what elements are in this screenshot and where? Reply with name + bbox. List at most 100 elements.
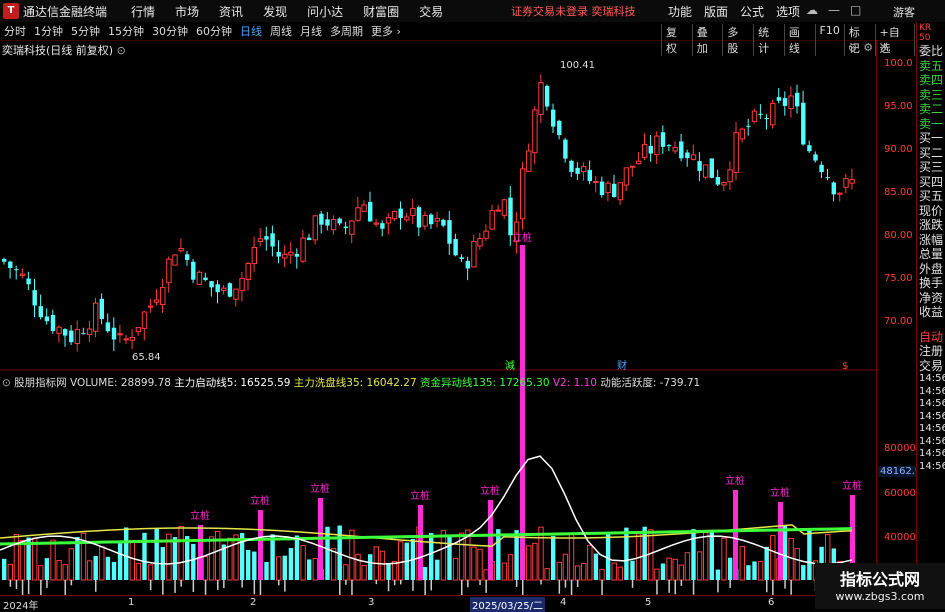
side-item[interactable]: 外盘 (917, 262, 945, 277)
side-item[interactable]: 卖五 (917, 59, 945, 74)
maximize-icon[interactable]: □ (850, 3, 861, 17)
volume-bar (660, 563, 666, 580)
period-60min[interactable]: 60分钟 (192, 23, 236, 39)
menu-item-news[interactable]: 资讯 (209, 3, 253, 20)
negative-bar (576, 580, 579, 588)
negative-bar (558, 580, 561, 594)
signal-bar (198, 525, 203, 580)
side-item-register[interactable]: 注册 (917, 344, 945, 359)
date-tick: 3 (368, 597, 375, 608)
side-item[interactable]: 买三 (917, 160, 945, 175)
candle (776, 97, 782, 101)
period-weekly[interactable]: 周线 (266, 23, 296, 39)
menu-item-discover[interactable]: 发现 (253, 3, 297, 20)
side-item[interactable]: 净资 (917, 291, 945, 306)
candle (690, 154, 697, 160)
side-item[interactable]: 换手 (917, 276, 945, 291)
cloud-icon[interactable]: ☁ (806, 3, 818, 17)
period-timeshare[interactable]: 分时 (0, 23, 30, 39)
volume-bar (13, 534, 20, 581)
side-item-trade[interactable]: 交易 (917, 359, 945, 374)
negative-bar (278, 580, 280, 586)
side-item[interactable]: 买二 (917, 146, 945, 161)
negative-bar (729, 580, 731, 588)
signal-label: 立桩 (770, 486, 790, 499)
menu-item-wealth[interactable]: 财富圈 (353, 3, 409, 20)
volume-bar (386, 563, 391, 580)
volume-bar (398, 541, 404, 581)
candle (532, 109, 538, 154)
date-tick: 2 (250, 597, 257, 608)
menu-item-options[interactable]: 选项 (770, 3, 806, 20)
candle (81, 333, 86, 335)
side-item[interactable]: 买一 (917, 131, 945, 146)
candle (666, 145, 672, 147)
signal-bar (418, 505, 423, 580)
indicator-gear-icon[interactable]: ⊙ (2, 377, 11, 389)
menu-item-function[interactable]: 功能 (662, 3, 698, 20)
candle (93, 302, 99, 332)
negative-bar (9, 580, 12, 587)
period-15min[interactable]: 15分钟 (104, 23, 148, 39)
side-item[interactable]: 买五 (917, 189, 945, 204)
app-logo-icon: T (3, 3, 19, 19)
date-tick: 2024年 (3, 601, 39, 612)
signal-label: 立桩 (480, 484, 500, 497)
side-item[interactable]: 买四 (917, 175, 945, 190)
volume-bar (556, 561, 562, 581)
candle (782, 98, 788, 106)
minimize-icon[interactable]: — (828, 3, 840, 17)
volume-bar (435, 559, 440, 580)
menu-item-formula[interactable]: 公式 (734, 3, 770, 20)
period-1min[interactable]: 1分钟 (30, 23, 67, 39)
period-30min[interactable]: 30分钟 (148, 23, 192, 39)
side-item[interactable]: 收益 (917, 305, 945, 320)
side-item[interactable]: 现价 (917, 204, 945, 219)
period-5min[interactable]: 5分钟 (67, 23, 104, 39)
side-item[interactable]: 委比 (917, 44, 945, 59)
volume-bar (270, 534, 275, 580)
side-item[interactable]: 涨跌 (917, 218, 945, 233)
side-header: KR 50 (919, 23, 932, 43)
kline-chart[interactable]: 立桩立桩立桩立桩 立桩立桩立桩立桩立桩 100.41 65.84 減 财 $ (0, 40, 916, 595)
user-label[interactable]: 游客 (893, 4, 915, 20)
volume-bar (379, 550, 386, 581)
side-item[interactable]: 卖一 (917, 117, 945, 132)
period-multi[interactable]: 多周期 (326, 23, 367, 39)
indicator-name[interactable]: 股朋指标网 (14, 377, 67, 389)
candle (349, 220, 355, 235)
login-notice[interactable]: 证券交易未登录 奕瑞科技 (511, 3, 636, 19)
side-item[interactable]: 卖三 (917, 88, 945, 103)
period-more[interactable]: 更多 › (367, 23, 405, 39)
volume-bar (62, 564, 68, 581)
period-monthly[interactable]: 月线 (296, 23, 326, 39)
side-item[interactable]: 总量 (917, 247, 945, 262)
side-item-auto[interactable]: 自动 (917, 330, 945, 345)
menu-item-trade[interactable]: 交易 (409, 3, 453, 20)
negative-bar (790, 580, 792, 595)
volume-bar (483, 569, 489, 581)
candle (300, 237, 306, 262)
menu-item-layout[interactable]: 版面 (698, 3, 734, 20)
indicator-l3: 资金异动线135: 17265.30 (419, 377, 550, 389)
window-controls: ☁ — □ (806, 3, 861, 17)
candle (434, 217, 441, 222)
menu-item-market[interactable]: 市场 (165, 3, 209, 20)
volume-bar (307, 559, 312, 580)
menu-item-quotes[interactable]: 行情 (121, 3, 165, 20)
menu-item-ask[interactable]: 问小达 (297, 3, 353, 20)
side-item[interactable]: 卖四 (917, 73, 945, 88)
volume-bar (477, 548, 483, 581)
volume-bar (599, 568, 605, 581)
period-daily[interactable]: 日线 (236, 23, 266, 39)
candle (14, 269, 19, 271)
side-item[interactable]: 卖二 (917, 102, 945, 117)
negative-bar (674, 580, 676, 595)
negative-bar (345, 580, 347, 585)
watermark-title: 指标公式网 (839, 570, 920, 589)
negative-bar (241, 580, 243, 588)
right-menu: 功能 版面 公式 选项 (662, 3, 806, 20)
side-item[interactable]: 涨幅 (917, 233, 945, 248)
candle (160, 287, 166, 305)
volume-bar (93, 556, 98, 580)
